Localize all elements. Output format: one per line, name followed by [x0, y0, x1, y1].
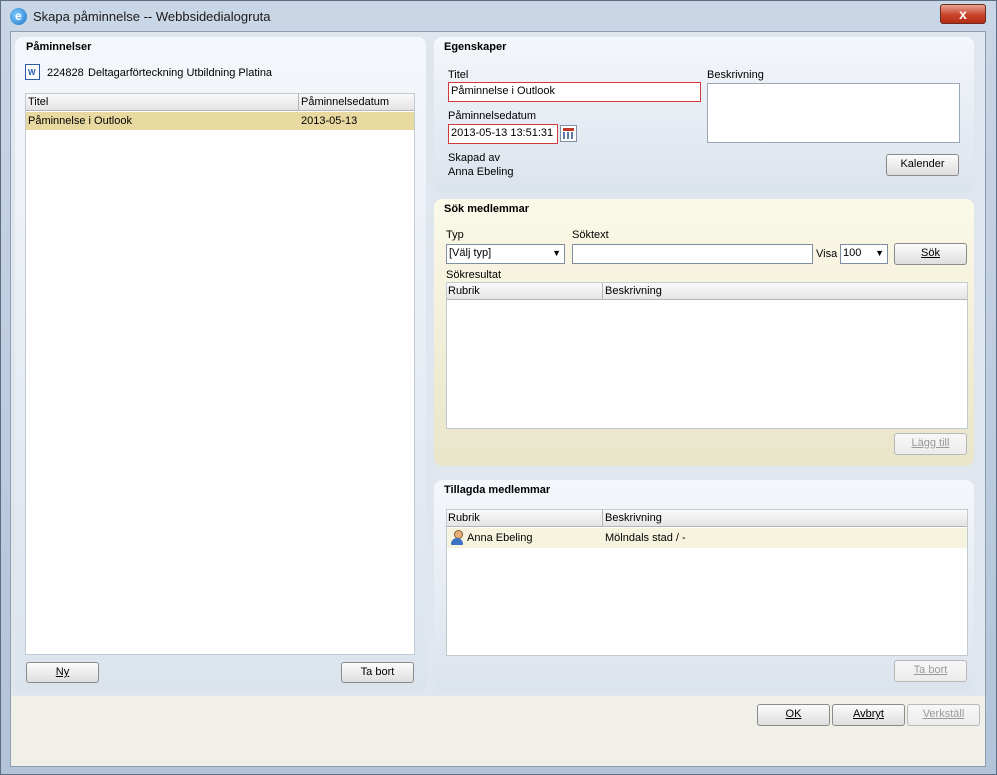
reminders-table: Titel Påminnelsedatum Påminnelse i Outlo…: [25, 93, 415, 655]
row-date: 2013-05-13: [301, 115, 358, 127]
search-title: Sök medlemmar: [444, 203, 529, 215]
properties-title: Egenskaper: [444, 41, 507, 53]
search-button[interactable]: Sök: [894, 243, 967, 265]
apply-button[interactable]: Verkställ: [907, 704, 980, 726]
ok-button[interactable]: OK: [757, 704, 830, 726]
browser-icon: e: [10, 8, 27, 25]
chevron-down-icon: ▼: [552, 248, 561, 258]
reference-id: 224828: [47, 67, 84, 79]
member-name: Anna Ebeling: [467, 532, 533, 544]
results-label: Sökresultat: [446, 269, 502, 281]
chevron-down-icon: ▼: [875, 248, 884, 258]
column-header-description[interactable]: Beskrivning: [605, 512, 662, 524]
created-by-value: Anna Ebeling: [448, 166, 514, 178]
column-header-rubrik[interactable]: Rubrik: [448, 285, 480, 297]
column-header-title[interactable]: Titel: [28, 96, 48, 108]
delete-reminder-button[interactable]: Ta bort: [341, 662, 414, 683]
added-members-title: Tillagda medlemmar: [444, 484, 551, 496]
calendar-button[interactable]: Kalender: [886, 154, 959, 176]
calendar-picker-icon[interactable]: [560, 125, 577, 142]
user-icon: [451, 530, 463, 545]
title-field[interactable]: Påminnelse i Outlook: [448, 82, 701, 102]
show-label: Visa: [816, 248, 838, 260]
member-description: Mölndals stad / -: [605, 532, 686, 544]
new-button[interactable]: Ny: [26, 662, 99, 683]
close-button[interactable]: x: [940, 4, 986, 24]
date-field[interactable]: 2013-05-13 13:51:31: [448, 124, 558, 144]
column-header-rubrik[interactable]: Rubrik: [448, 512, 480, 524]
type-select[interactable]: [Välj typ] ▼: [446, 244, 565, 264]
add-button[interactable]: Lägg till: [894, 433, 967, 455]
title-bar[interactable]: e Skapa påminnelse -- Webbsidedialogruta…: [1, 1, 996, 31]
table-header: Rubrik Beskrivning: [447, 283, 967, 300]
description-label: Beskrivning: [707, 69, 764, 81]
column-header-description[interactable]: Beskrivning: [605, 285, 662, 297]
search-text-label: Söktext: [572, 229, 609, 241]
column-header-date[interactable]: Påminnelsedatum: [301, 96, 389, 108]
description-textarea[interactable]: [707, 83, 960, 143]
row-title: Påminnelse i Outlook: [28, 115, 132, 127]
table-header: Titel Påminnelsedatum: [26, 94, 414, 111]
show-count-select[interactable]: 100 ▼: [840, 244, 888, 264]
table-row[interactable]: Påminnelse i Outlook 2013-05-13: [26, 112, 414, 130]
type-label: Typ: [446, 229, 464, 241]
search-results-table: Rubrik Beskrivning: [446, 282, 968, 429]
created-by-label: Skapad av: [448, 152, 500, 164]
reference-name: Deltagarförteckning Utbildning Platina: [88, 67, 273, 79]
title-label: Titel: [448, 69, 469, 81]
table-header: Rubrik Beskrivning: [447, 510, 967, 527]
window-title: Skapa påminnelse -- Webbsidedialogruta: [33, 9, 271, 24]
added-members-table: Rubrik Beskrivning Anna Ebeling Mölndals…: [446, 509, 968, 656]
cancel-button[interactable]: Avbryt: [832, 704, 905, 726]
word-document-icon: W: [25, 64, 40, 80]
remove-member-button[interactable]: Ta bort: [894, 660, 967, 682]
date-label: Påminnelsedatum: [448, 110, 537, 122]
table-row[interactable]: Anna Ebeling Mölndals stad / -: [447, 528, 967, 548]
reminders-title: Påminnelser: [26, 41, 92, 53]
search-input[interactable]: [572, 244, 813, 264]
